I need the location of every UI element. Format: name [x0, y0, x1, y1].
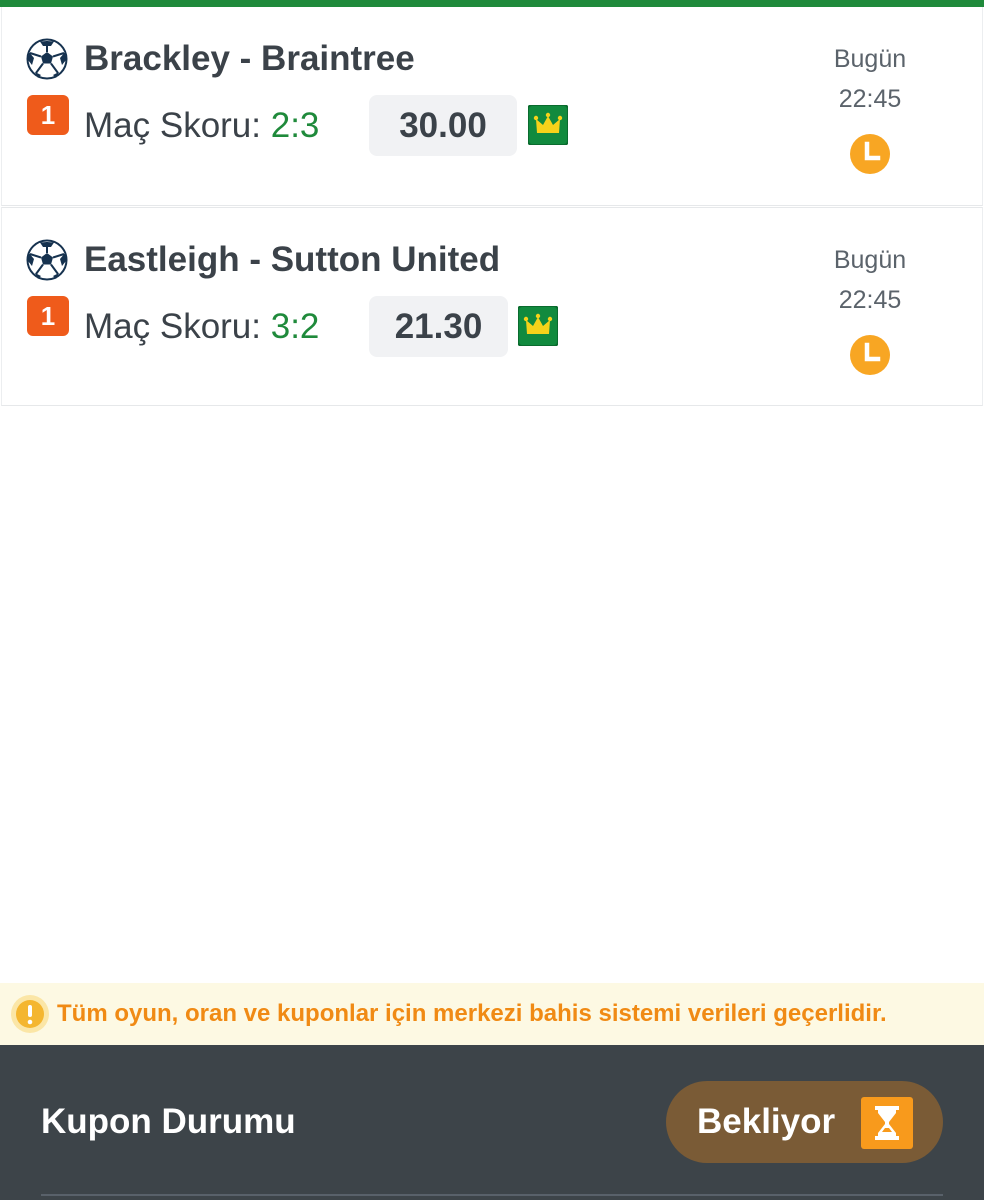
hourglass-icon — [861, 1097, 913, 1149]
match-day: Bugün — [833, 45, 907, 73]
clock-icon — [850, 335, 890, 375]
status-badge[interactable]: Bekliyor — [666, 1081, 943, 1163]
odd-value: 30.00 — [369, 95, 517, 156]
soccer-ball-icon — [26, 38, 68, 80]
warning-icon — [11, 995, 49, 1033]
bet-selection: 2:3 — [270, 106, 320, 145]
bet-market-label: Maç Skoru: 2:3 — [84, 104, 319, 148]
match-day: Bugün — [833, 246, 907, 274]
bet-market-name: Maç Skoru: — [84, 106, 271, 145]
match-teams: Eastleigh - Sutton United — [84, 240, 501, 279]
footer-divider — [41, 1194, 943, 1196]
bet-number-badge: 1 — [27, 296, 69, 336]
match-time: 22:45 — [838, 286, 902, 314]
coupon-status-bar: Kupon Durumu Bekliyor — [0, 1045, 984, 1200]
crown-icon — [528, 105, 568, 145]
bet-market-label: Maç Skoru: 3:2 — [84, 305, 319, 349]
top-accent-bar — [0, 0, 984, 7]
status-label: Bekliyor — [697, 1102, 836, 1141]
info-notice: Tüm oyun, oran ve kuponlar için merkezi … — [0, 983, 984, 1045]
crown-icon — [518, 306, 558, 346]
bet-number-badge: 1 — [27, 95, 69, 135]
soccer-ball-icon — [26, 239, 68, 281]
clock-icon — [850, 134, 890, 174]
notice-text: Tüm oyun, oran ve kuponlar için merkezi … — [57, 1000, 887, 1027]
match-row[interactable]: Brackley - Braintree 1 Maç Skoru: 2:3 30… — [1, 7, 983, 206]
bet-market-name: Maç Skoru: — [84, 307, 271, 346]
odd-value: 21.30 — [369, 296, 508, 357]
coupon-status-title: Kupon Durumu — [41, 1102, 296, 1141]
match-time: 22:45 — [838, 85, 902, 113]
match-teams: Brackley - Braintree — [84, 39, 415, 78]
bet-selection: 3:2 — [270, 307, 320, 346]
match-row[interactable]: Eastleigh - Sutton United 1 Maç Skoru: 3… — [1, 207, 983, 406]
